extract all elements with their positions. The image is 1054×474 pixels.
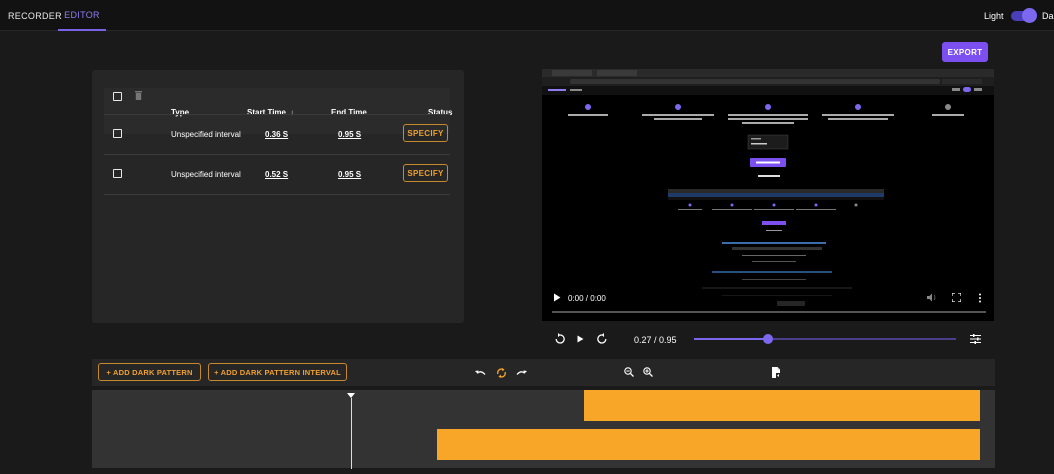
row-divider bbox=[104, 194, 450, 195]
video-time: 0:00 / 0:00 bbox=[568, 294, 606, 303]
row-checkbox[interactable] bbox=[113, 129, 122, 138]
volume-muted-icon[interactable] bbox=[927, 293, 938, 302]
top-bar bbox=[0, 0, 1054, 31]
row-type: Unspecified interval bbox=[171, 170, 241, 179]
forward-icon[interactable] bbox=[597, 333, 607, 344]
tab-recorder[interactable]: RECORDER bbox=[8, 0, 62, 31]
zoom-in-icon[interactable] bbox=[643, 367, 653, 377]
column-type: Type bbox=[171, 107, 190, 117]
interval-segment[interactable] bbox=[584, 390, 980, 421]
playhead[interactable] bbox=[351, 398, 352, 469]
theme-dark-label: Dark bbox=[1042, 11, 1054, 21]
undo-icon[interactable] bbox=[475, 370, 486, 377]
theme-toggle-knob[interactable] bbox=[1022, 8, 1037, 23]
zoom-out-icon[interactable] bbox=[624, 367, 634, 377]
video-seekbar[interactable] bbox=[552, 311, 986, 313]
intervals-table: Type Start Time ↓ End Time Status Unspec… bbox=[92, 70, 464, 323]
row-divider bbox=[104, 154, 450, 155]
add-dark-pattern-button[interactable]: + ADD DARK PATTERN bbox=[98, 363, 201, 381]
select-all-checkbox[interactable] bbox=[113, 92, 122, 101]
row-end-time[interactable]: 0.95 S bbox=[338, 130, 361, 139]
playback-slider-thumb[interactable] bbox=[763, 334, 773, 344]
playback-time: 0.27 / 0.95 bbox=[634, 335, 677, 345]
tune-icon[interactable] bbox=[970, 334, 981, 344]
row-start-time[interactable]: 0.36 S bbox=[265, 130, 288, 139]
sync-icon[interactable] bbox=[496, 368, 507, 378]
play-icon[interactable] bbox=[553, 293, 561, 302]
playback-play-icon[interactable] bbox=[577, 335, 584, 343]
row-start-time[interactable]: 0.52 S bbox=[265, 170, 288, 179]
more-options-icon[interactable] bbox=[978, 293, 982, 303]
theme-light-label: Light bbox=[984, 11, 1004, 21]
specify-button[interactable]: SPECIFY bbox=[403, 164, 448, 182]
video-preview[interactable] bbox=[542, 69, 994, 321]
playhead-handle[interactable] bbox=[347, 393, 355, 398]
redo-icon[interactable] bbox=[516, 370, 527, 377]
row-checkbox[interactable] bbox=[113, 169, 122, 178]
row-divider bbox=[104, 114, 450, 115]
export-button[interactable]: EXPORT bbox=[942, 42, 988, 62]
video-frame-thumbnail bbox=[542, 69, 994, 321]
column-end-time: End Time bbox=[331, 107, 367, 117]
interval-segment[interactable] bbox=[437, 429, 980, 460]
column-start-time-label: Start Time bbox=[247, 107, 286, 117]
playback-slider-fill bbox=[694, 338, 768, 340]
sort-arrow-icon[interactable]: ↓ bbox=[290, 108, 294, 117]
fullscreen-icon[interactable] bbox=[952, 293, 961, 302]
add-dark-pattern-interval-button[interactable]: + ADD DARK PATTERN INTERVAL bbox=[208, 363, 347, 381]
trash-icon[interactable] bbox=[135, 91, 142, 100]
tab-editor[interactable]: EDITOR bbox=[58, 0, 106, 31]
file-icon[interactable] bbox=[772, 367, 781, 378]
replay-icon[interactable] bbox=[555, 333, 565, 344]
specify-button[interactable]: SPECIFY bbox=[403, 124, 448, 142]
row-type: Unspecified interval bbox=[171, 130, 241, 139]
row-end-time[interactable]: 0.95 S bbox=[338, 170, 361, 179]
column-start-time[interactable]: Start Time ↓ bbox=[247, 90, 294, 134]
